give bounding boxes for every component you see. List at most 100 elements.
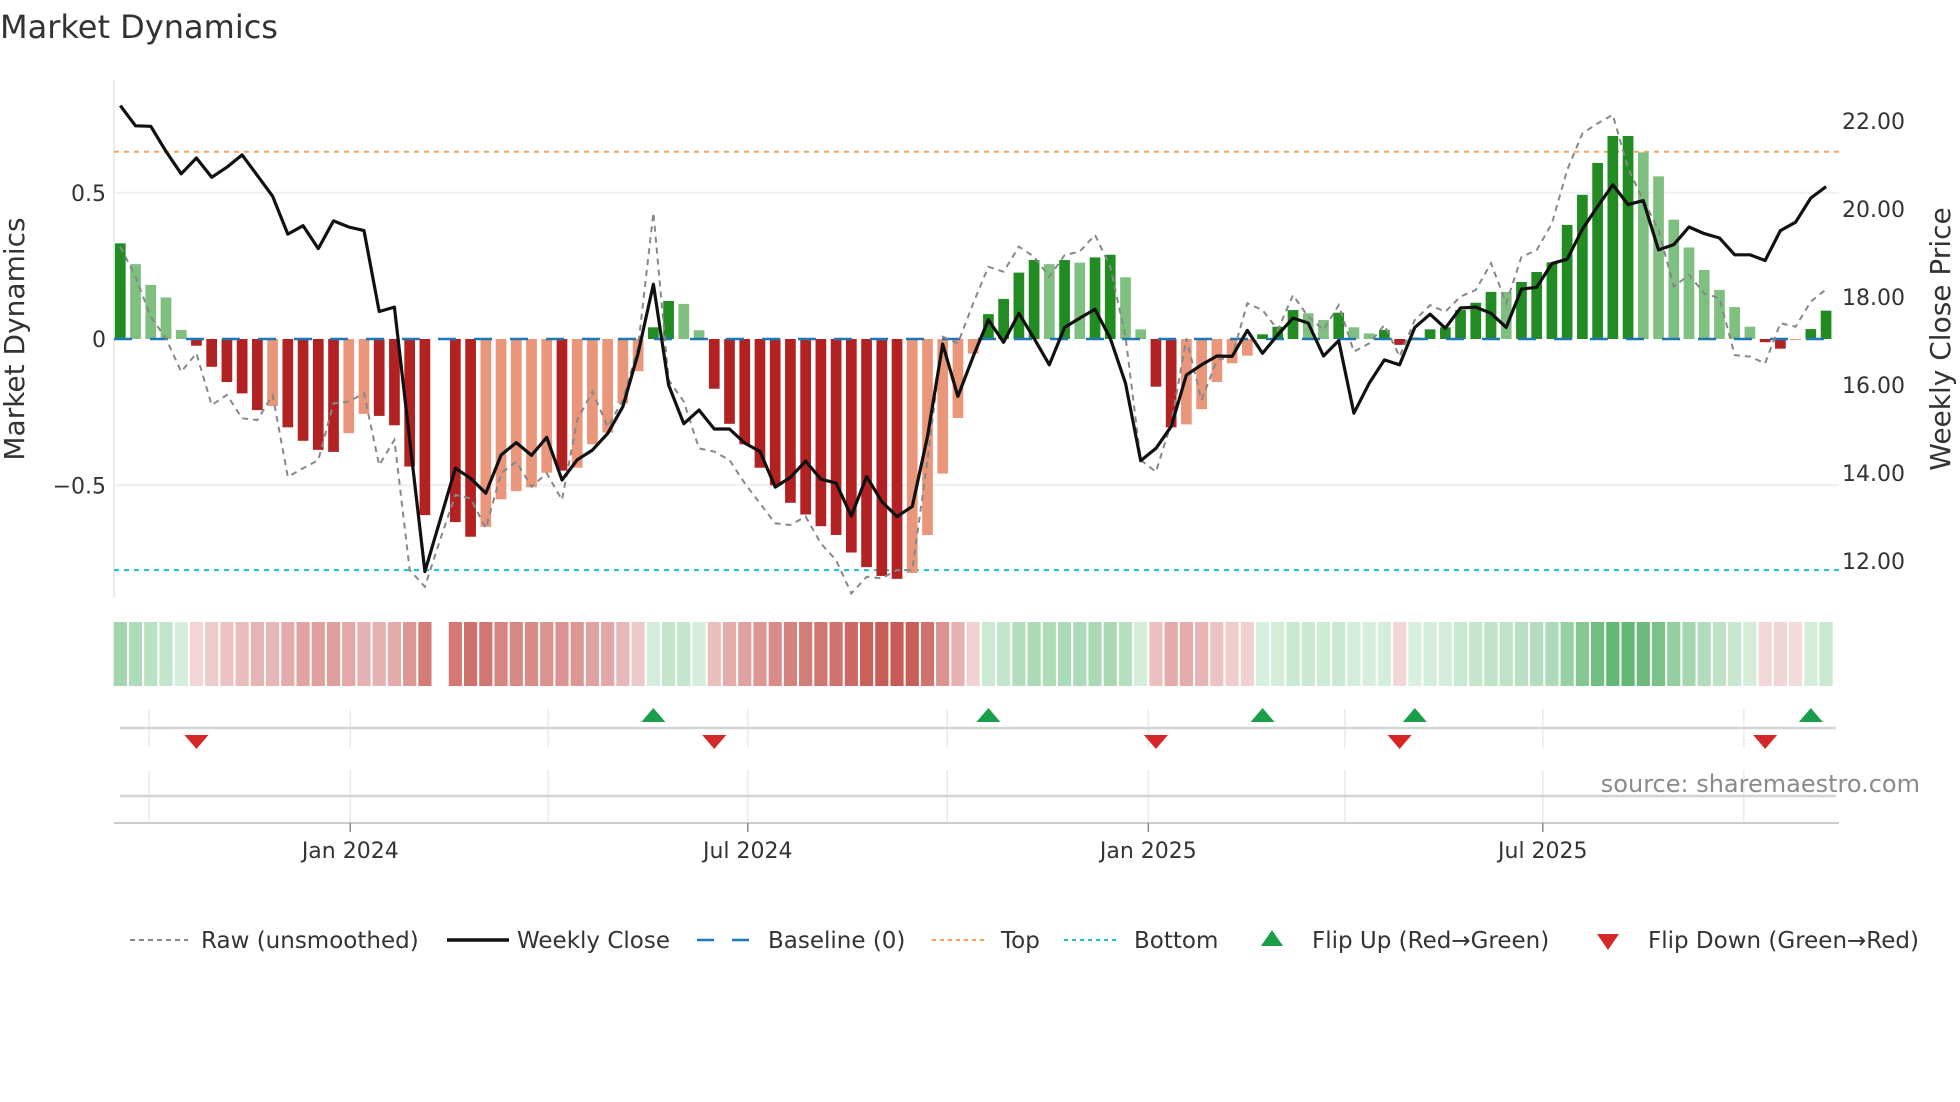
heat-cell (1819, 622, 1833, 686)
momentum-bar (815, 339, 827, 527)
momentum-bar (495, 339, 507, 500)
momentum-bar (373, 339, 385, 416)
heat-cell (326, 622, 341, 686)
momentum-bar (1333, 312, 1345, 339)
heat-cell (859, 622, 874, 686)
flip-up-marker-icon (641, 708, 666, 722)
heat-cell (250, 622, 264, 686)
y2-tick-label: 16.00 (1842, 374, 1905, 399)
heat-cell (1667, 622, 1681, 686)
heat-cell (174, 622, 188, 686)
momentum-bar (1744, 326, 1756, 339)
heat-cell (1377, 622, 1391, 686)
y-tick-label: −0.5 (53, 474, 106, 499)
momentum-bar (1074, 262, 1086, 339)
heat-cell (128, 622, 143, 686)
heat-cell (1758, 622, 1772, 686)
heat-cell (524, 622, 539, 686)
heat-cell (357, 622, 371, 686)
momentum-bar (526, 339, 537, 488)
heat-cell (1789, 622, 1803, 686)
momentum-bar (343, 339, 355, 434)
heat-cell (372, 622, 386, 686)
heat-cell (1804, 622, 1818, 686)
momentum-bar (221, 339, 233, 382)
momentum-bar (358, 339, 370, 414)
legend-flip-down-icon (1597, 934, 1619, 950)
heat-cell (875, 622, 889, 686)
momentum-bar (648, 327, 659, 339)
heat-cell (1743, 622, 1757, 686)
heat-cell (540, 622, 554, 686)
momentum-bar (1668, 219, 1680, 339)
flip-down-marker-icon (1387, 735, 1412, 749)
momentum-bar (1150, 339, 1162, 387)
momentum-bar (693, 330, 705, 339)
heat-cell (1012, 622, 1026, 686)
momentum-bar (1577, 194, 1588, 339)
heat-cell (951, 622, 965, 686)
heat-cell (205, 622, 219, 686)
heat-cell (189, 622, 204, 686)
heat-cell (722, 622, 737, 686)
heat-cell (1225, 622, 1239, 686)
flip-up-marker-icon (1402, 708, 1427, 722)
heat-cell (920, 622, 935, 686)
heat-cell (1301, 622, 1315, 686)
heat-cell (631, 622, 645, 686)
heat-cell (1499, 622, 1513, 686)
heat-cell (1606, 622, 1620, 686)
heat-cell (509, 622, 523, 686)
heat-cell (966, 622, 980, 686)
momentum-bar (1028, 260, 1040, 339)
y2-tick-label: 14.00 (1842, 462, 1905, 487)
heat-cell (1057, 622, 1072, 686)
heat-cell (1438, 622, 1452, 686)
heat-cell (296, 622, 310, 686)
momentum-bar (1135, 329, 1147, 339)
momentum-bar (160, 297, 172, 339)
heat-cell (1210, 622, 1224, 686)
heat-cell (1103, 622, 1117, 686)
momentum-bar (891, 339, 903, 579)
heat-cell (753, 622, 767, 686)
y-axis-label-right: Weekly Close Price (1924, 207, 1957, 470)
momentum-bar (739, 339, 751, 445)
y-tick-label: 0 (92, 328, 106, 353)
heat-cell (1636, 622, 1650, 686)
heat-cell (1514, 622, 1529, 686)
y-tick-label: 0.5 (71, 182, 106, 207)
heat-cell (616, 622, 630, 686)
heat-cell (113, 622, 127, 686)
heat-cell (844, 622, 858, 686)
momentum-bar (236, 339, 248, 394)
heat-cell (1423, 622, 1437, 686)
momentum-bar (480, 339, 492, 527)
momentum-bar (419, 339, 431, 516)
heat-cell (448, 622, 462, 686)
momentum-bar (906, 339, 918, 573)
momentum-bar (663, 300, 674, 339)
flip-down-marker-icon (1753, 735, 1778, 749)
heat-cell (768, 622, 782, 686)
momentum-bar (297, 339, 309, 441)
momentum-bar (1759, 339, 1771, 343)
heat-cell (1073, 622, 1087, 686)
legend-label: Flip Up (Red→Green) (1312, 928, 1549, 954)
momentum-bars (114, 136, 1839, 579)
heat-cell (1134, 622, 1148, 686)
source-credit: source: sharemaestro.com (1601, 770, 1920, 798)
heat-cell (799, 622, 813, 686)
heat-cell (479, 622, 493, 686)
heat-cell (1362, 622, 1376, 686)
y2-tick-label: 18.00 (1842, 286, 1905, 311)
legend-label: Top (1000, 928, 1040, 954)
flip-down-marker-icon (1143, 735, 1168, 749)
heat-cell (1271, 622, 1285, 686)
heat-cell (570, 622, 584, 686)
momentum-bar (145, 284, 157, 339)
heat-cell (1347, 622, 1361, 686)
momentum-bar (1424, 329, 1436, 339)
momentum-bar (708, 339, 720, 389)
momentum-bar (1790, 339, 1801, 340)
